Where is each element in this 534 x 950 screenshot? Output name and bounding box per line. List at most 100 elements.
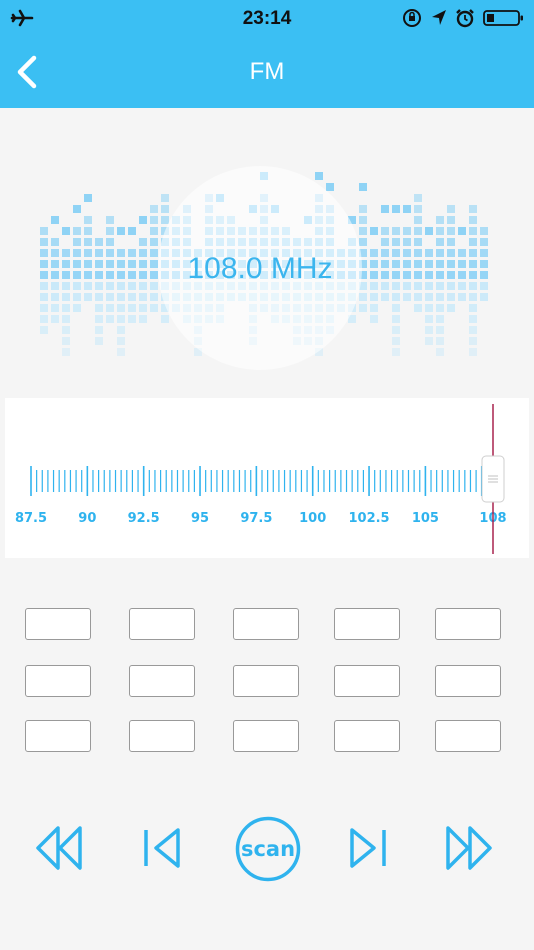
eq-cell <box>150 227 158 235</box>
eq-cell <box>84 260 92 268</box>
fast-forward-button[interactable] <box>442 824 494 877</box>
eq-peak <box>62 227 70 235</box>
preset-slot[interactable] <box>129 665 195 697</box>
eq-cell <box>51 249 59 257</box>
eq-reflection-cell <box>414 304 422 312</box>
preset-slot[interactable] <box>435 608 501 640</box>
eq-cell <box>480 271 488 279</box>
tuner-slider-handle[interactable] <box>481 455 505 503</box>
eq-cell <box>95 271 103 279</box>
eq-reflection-cell <box>40 315 48 323</box>
eq-reflection-cell <box>447 304 455 312</box>
eq-cell <box>84 238 92 246</box>
eq-peak <box>51 216 59 224</box>
eq-reflection-cell <box>381 293 389 301</box>
eq-cell <box>84 271 92 279</box>
eq-reflection-cell <box>62 337 70 345</box>
eq-reflection-cell <box>469 326 477 334</box>
eq-reflection-cell <box>51 282 59 290</box>
eq-cell <box>73 271 81 279</box>
preset-slot[interactable] <box>334 720 400 752</box>
next-button[interactable] <box>346 824 390 877</box>
eq-cell <box>480 260 488 268</box>
eq-cell <box>62 260 70 268</box>
fast-rewind-button[interactable] <box>34 824 86 877</box>
eq-cell <box>106 271 114 279</box>
eq-reflection-cell <box>40 304 48 312</box>
eq-reflection-cell <box>403 293 411 301</box>
eq-cell <box>425 271 433 279</box>
eq-cell <box>469 238 477 246</box>
eq-cell <box>40 260 48 268</box>
eq-cell <box>381 249 389 257</box>
previous-button[interactable] <box>140 824 184 877</box>
eq-cell <box>447 205 455 213</box>
eq-cell <box>128 249 136 257</box>
scan-button[interactable]: scan <box>235 816 301 882</box>
eq-peak <box>392 205 400 213</box>
preset-slot[interactable] <box>25 665 91 697</box>
eq-reflection-cell <box>106 293 114 301</box>
eq-cell <box>425 260 433 268</box>
preset-slot[interactable] <box>233 665 299 697</box>
eq-cell <box>381 260 389 268</box>
app-header: 23:14 FM <box>0 0 534 108</box>
eq-cell <box>117 260 125 268</box>
preset-slot[interactable] <box>25 720 91 752</box>
eq-cell <box>40 271 48 279</box>
eq-cell <box>62 271 70 279</box>
tuner-dial[interactable]: 87.5 90 92.5 95 97.5 100 102.5 105 108 <box>5 398 529 558</box>
eq-reflection-cell <box>480 293 488 301</box>
preset-slot[interactable] <box>129 608 195 640</box>
preset-slot[interactable] <box>25 608 91 640</box>
eq-cell <box>447 216 455 224</box>
eq-peak <box>381 205 389 213</box>
eq-cell <box>436 271 444 279</box>
eq-reflection-cell <box>425 315 433 323</box>
preset-slot[interactable] <box>334 608 400 640</box>
eq-cell <box>403 238 411 246</box>
eq-cell <box>403 260 411 268</box>
eq-cell <box>95 238 103 246</box>
eq-cell <box>51 260 59 268</box>
eq-reflection-cell <box>425 293 433 301</box>
eq-reflection-cell <box>392 315 400 323</box>
eq-cell <box>161 205 169 213</box>
eq-reflection-cell <box>425 337 433 345</box>
eq-cell <box>436 249 444 257</box>
eq-reflection-cell <box>414 282 422 290</box>
preset-slot[interactable] <box>233 720 299 752</box>
eq-reflection-cell <box>84 282 92 290</box>
eq-cell <box>480 249 488 257</box>
eq-reflection-cell <box>139 293 147 301</box>
preset-slot[interactable] <box>334 665 400 697</box>
eq-cell <box>414 238 422 246</box>
eq-cell <box>392 260 400 268</box>
eq-reflection-cell <box>95 337 103 345</box>
eq-cell <box>95 260 103 268</box>
eq-peak <box>84 194 92 202</box>
eq-cell <box>425 249 433 257</box>
preset-slot[interactable] <box>435 720 501 752</box>
eq-reflection-cell <box>436 304 444 312</box>
preset-slot[interactable] <box>129 720 195 752</box>
eq-reflection-cell <box>139 304 147 312</box>
eq-cell <box>106 227 114 235</box>
eq-cell <box>84 227 92 235</box>
eq-reflection-cell <box>469 315 477 323</box>
preset-slot[interactable] <box>233 608 299 640</box>
eq-reflection-cell <box>95 315 103 323</box>
eq-cell <box>84 249 92 257</box>
eq-cell <box>139 260 147 268</box>
eq-peak <box>458 227 466 235</box>
fast-rewind-icon <box>34 826 86 876</box>
eq-reflection-cell <box>469 337 477 345</box>
eq-cell <box>392 238 400 246</box>
eq-cell <box>403 227 411 235</box>
eq-reflection-cell <box>128 282 136 290</box>
eq-reflection-cell <box>51 293 59 301</box>
preset-slot[interactable] <box>435 665 501 697</box>
eq-cell <box>139 271 147 279</box>
eq-cell <box>128 260 136 268</box>
eq-cell <box>359 238 367 246</box>
